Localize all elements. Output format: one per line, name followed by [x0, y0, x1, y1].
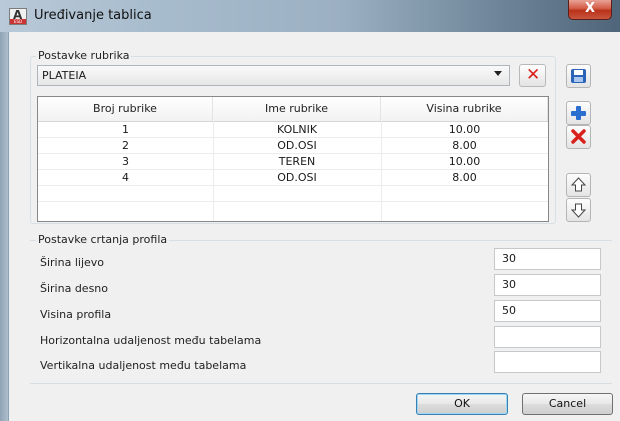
profil-group-title: Postavke crtanja profila [36, 233, 170, 246]
table-row[interactable]: 3 TEREN 10.00 [38, 155, 548, 169]
row-divider [38, 201, 548, 202]
save-disk-icon [571, 69, 586, 83]
cell-broj[interactable]: 2 [38, 139, 213, 153]
table-row[interactable]: 1 KOLNIK 10.00 [38, 123, 548, 137]
combo-selected-value: PLATEIA [42, 69, 87, 82]
add-row-button[interactable] [566, 101, 591, 125]
arrow-down-icon [570, 203, 587, 218]
table-select-combo[interactable]: PLATEIA [37, 65, 510, 86]
rubrika-group-title: Postavke rubrika [36, 49, 132, 62]
column-header-visina[interactable]: Visina rubrike [381, 97, 548, 121]
column-header-broj[interactable]: Broj rubrike [38, 97, 213, 121]
delete-x-icon [571, 129, 586, 144]
horizontal-spacing-input[interactable] [494, 326, 601, 348]
row-divider [38, 153, 548, 154]
cell-visina[interactable]: 8.00 [381, 139, 548, 153]
row-divider [38, 169, 548, 170]
cell-visina[interactable]: 10.00 [381, 123, 548, 137]
cell-ime[interactable]: OD.OSI [213, 171, 381, 185]
close-button[interactable]: X [568, 0, 612, 20]
visina-profila-label: Visina profila [40, 308, 112, 321]
move-down-button[interactable] [566, 198, 591, 222]
visina-profila-input[interactable]: 50 [494, 300, 601, 322]
delete-row-button[interactable] [566, 125, 591, 149]
table-header-row: Broj rubrike Ime rubrike Visina rubrike [38, 97, 548, 122]
visina-profila-value: 50 [502, 304, 516, 317]
column-header-ime[interactable]: Ime rubrike [213, 97, 381, 121]
sirina-desno-label: Širina desno [40, 282, 109, 295]
autocad-app-icon: A ESD [9, 8, 27, 25]
ok-button[interactable]: OK [416, 393, 508, 415]
vertical-spacing-label: Vertikalna udaljenost među tabelama [40, 359, 247, 372]
sirina-desno-input[interactable]: 30 [494, 274, 601, 296]
row-divider [38, 137, 548, 138]
table-row[interactable]: 2 OD.OSI 8.00 [38, 139, 548, 153]
rubrike-table[interactable]: Broj rubrike Ime rubrike Visina rubrike … [37, 96, 549, 222]
cancel-button[interactable]: Cancel [522, 393, 613, 415]
delete-x-icon: ✕ [526, 65, 541, 85]
cell-visina[interactable]: 10.00 [381, 155, 548, 169]
table-row[interactable]: 4 OD.OSI 8.00 [38, 171, 548, 185]
cell-broj[interactable]: 1 [38, 123, 213, 137]
cell-broj[interactable]: 4 [38, 171, 213, 185]
cell-visina[interactable]: 8.00 [381, 171, 548, 185]
save-table-button[interactable] [566, 64, 591, 88]
vertical-spacing-input[interactable] [494, 351, 601, 373]
window-frame [0, 32, 8, 421]
horizontal-spacing-label: Horizontalna udaljenost među tabelama [40, 334, 262, 347]
delete-table-button[interactable]: ✕ [519, 64, 546, 87]
footer-divider [30, 383, 612, 384]
title-bar[interactable]: A ESD Uređivanje tablica X [0, 0, 620, 32]
window-title: Uređivanje tablica [34, 8, 152, 23]
row-divider [38, 185, 548, 186]
sirina-lijevo-label: Širina lijevo [40, 256, 105, 269]
move-up-button[interactable] [566, 173, 591, 197]
sirina-lijevo-input[interactable]: 30 [494, 248, 601, 270]
sirina-desno-value: 30 [502, 278, 516, 291]
cell-broj[interactable]: 3 [38, 155, 213, 169]
chevron-down-icon[interactable] [494, 71, 502, 76]
cell-ime[interactable]: KOLNIK [213, 123, 381, 137]
cell-ime[interactable]: TEREN [213, 155, 381, 169]
plus-icon [571, 106, 586, 120]
dialog-window: A ESD Uređivanje tablica X Postavke rubri… [0, 0, 620, 421]
sirina-lijevo-value: 30 [502, 252, 516, 265]
arrow-up-icon [570, 177, 587, 192]
cell-ime[interactable]: OD.OSI [213, 139, 381, 153]
